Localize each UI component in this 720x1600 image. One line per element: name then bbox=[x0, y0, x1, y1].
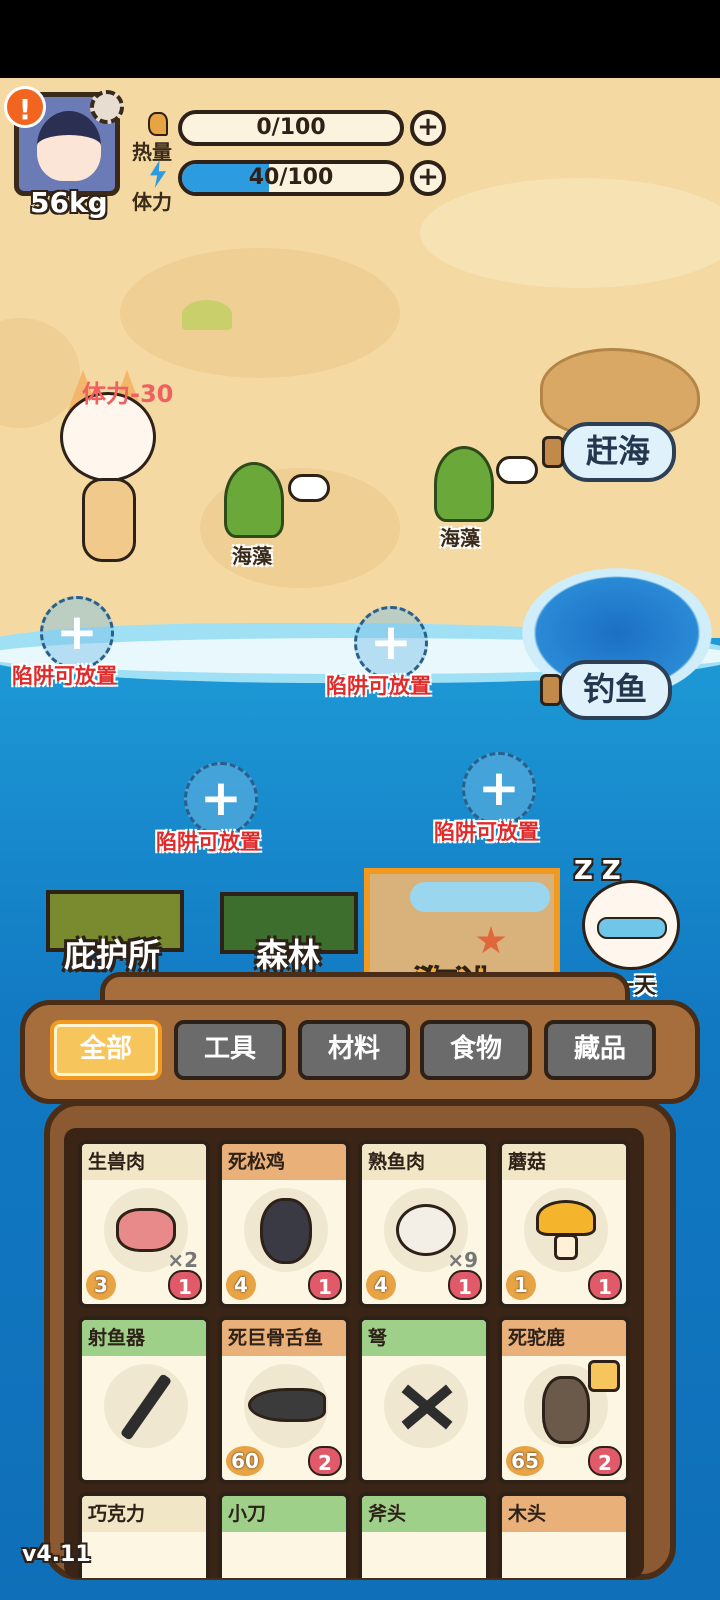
item-calories: 3 bbox=[86, 1270, 116, 1300]
item-card[interactable]: 巧克力 bbox=[78, 1492, 210, 1578]
trap-slot-add[interactable]: + bbox=[354, 606, 428, 680]
sleep-icon: Z Z bbox=[574, 856, 621, 886]
item-weight: 2 bbox=[588, 1446, 622, 1476]
tab-materials[interactable]: 材料 bbox=[298, 1020, 410, 1080]
item-name: 死驼鹿 bbox=[502, 1320, 626, 1356]
item-calories: 1 bbox=[506, 1270, 536, 1300]
dead-arapaima-icon bbox=[244, 1364, 328, 1448]
item-card[interactable]: 弩 bbox=[358, 1316, 490, 1484]
calories-bar: 0/100 bbox=[178, 110, 404, 146]
spear-gun-icon bbox=[104, 1364, 188, 1448]
seaside-water bbox=[410, 882, 550, 912]
alert-icon[interactable]: ! bbox=[4, 86, 46, 128]
dead-grouse-icon bbox=[244, 1188, 328, 1272]
seaweed-icon bbox=[434, 446, 494, 522]
seaweed-label: 海藻 bbox=[440, 526, 480, 550]
item-card[interactable]: 蘑菇 1 1 bbox=[498, 1140, 630, 1308]
stamina-label: 体力 bbox=[132, 190, 172, 214]
item-name: 木头 bbox=[502, 1496, 626, 1532]
version-label: v4.11 bbox=[22, 1542, 91, 1567]
item-name: 死巨骨舌鱼 bbox=[222, 1320, 346, 1356]
sleep-mask-icon bbox=[597, 917, 667, 939]
item-weight: 1 bbox=[308, 1270, 342, 1300]
player-weight: 56kg bbox=[30, 186, 108, 219]
arrow-tag-icon bbox=[588, 1360, 620, 1392]
gather-seashore-button[interactable]: 赶海 bbox=[560, 422, 676, 482]
starfish-icon bbox=[476, 926, 506, 954]
trap-slot-label: 陷阱可放置 bbox=[156, 830, 261, 854]
trap-slot-label: 陷阱可放置 bbox=[326, 674, 431, 698]
avatar-portrait bbox=[37, 111, 101, 181]
floating-stamina-text: 体力-30 bbox=[82, 380, 174, 408]
trap-slot-label: 陷阱可放置 bbox=[12, 664, 117, 688]
item-name: 弩 bbox=[362, 1320, 486, 1356]
item-name: 蘑菇 bbox=[502, 1144, 626, 1180]
stamina-bar: 40/100 bbox=[178, 160, 404, 196]
tab-all[interactable]: 全部 bbox=[50, 1020, 162, 1080]
calories-icon bbox=[148, 112, 168, 136]
item-card[interactable]: 木头 bbox=[498, 1492, 630, 1578]
add-calories-button[interactable]: + bbox=[410, 110, 446, 146]
tab-collectibles[interactable]: 藏品 bbox=[544, 1020, 656, 1080]
seaweed-resource[interactable] bbox=[424, 446, 504, 526]
bottle-cork-icon bbox=[540, 674, 562, 706]
hand-pointer-icon bbox=[288, 474, 330, 502]
item-name: 巧克力 bbox=[82, 1496, 206, 1532]
item-name: 熟鱼肉 bbox=[362, 1144, 486, 1180]
inventory-grid: 生兽肉 ×2 3 1 死松鸡 4 1 熟鱼肉 ×9 4 1 蘑菇 1 1 射鱼器… bbox=[64, 1128, 644, 1578]
hand-pointer-icon bbox=[496, 456, 538, 484]
trap-slot-label: 陷阱可放置 bbox=[434, 820, 539, 844]
item-card[interactable]: 死松鸡 4 1 bbox=[218, 1140, 350, 1308]
sand-patch bbox=[420, 178, 720, 288]
trap-slot-add[interactable]: + bbox=[184, 762, 258, 836]
bottle-cork-icon bbox=[542, 436, 564, 468]
gear-icon[interactable] bbox=[90, 90, 124, 124]
stamina-value: 40/100 bbox=[248, 165, 334, 190]
item-name: 死松鸡 bbox=[222, 1144, 346, 1180]
item-weight: 2 bbox=[308, 1446, 342, 1476]
item-weight: 1 bbox=[448, 1270, 482, 1300]
item-card[interactable]: 射鱼器 bbox=[78, 1316, 210, 1484]
item-name: 生兽肉 bbox=[82, 1144, 206, 1180]
item-card[interactable]: 小刀 bbox=[218, 1492, 350, 1578]
tab-tools[interactable]: 工具 bbox=[174, 1020, 286, 1080]
grass-tuft bbox=[182, 300, 232, 330]
add-stamina-button[interactable]: + bbox=[410, 160, 446, 196]
tab-food[interactable]: 食物 bbox=[420, 1020, 532, 1080]
trap-slot-add[interactable]: + bbox=[462, 752, 536, 826]
item-weight: 1 bbox=[588, 1270, 622, 1300]
seaweed-label: 海藻 bbox=[232, 544, 272, 568]
item-card[interactable]: 死驼鹿 65 2 bbox=[498, 1316, 630, 1484]
item-card[interactable]: 斧头 bbox=[358, 1492, 490, 1578]
next-day-button[interactable] bbox=[582, 880, 680, 970]
fishing-button[interactable]: 钓鱼 bbox=[558, 660, 672, 720]
mushroom-icon bbox=[524, 1188, 608, 1272]
item-name: 射鱼器 bbox=[82, 1320, 206, 1356]
item-name: 斧头 bbox=[362, 1496, 486, 1532]
seaweed-resource[interactable] bbox=[214, 462, 294, 542]
item-calories: 60 bbox=[226, 1446, 264, 1476]
item-calories: 4 bbox=[366, 1270, 396, 1300]
location-shelter-label: 庇护所 bbox=[64, 936, 161, 974]
calories-label: 热量 bbox=[132, 140, 172, 164]
item-quantity: ×9 bbox=[447, 1248, 478, 1272]
character-body bbox=[82, 478, 136, 562]
location-forest-label: 森林 bbox=[256, 936, 321, 974]
item-card[interactable]: 死巨骨舌鱼 60 2 bbox=[218, 1316, 350, 1484]
item-card[interactable]: 生兽肉 ×2 3 1 bbox=[78, 1140, 210, 1308]
status-bar bbox=[0, 0, 720, 78]
seaweed-icon bbox=[224, 462, 284, 538]
crossbow-icon bbox=[384, 1364, 468, 1448]
item-card[interactable]: 熟鱼肉 ×9 4 1 bbox=[358, 1140, 490, 1308]
item-quantity: ×2 bbox=[167, 1248, 198, 1272]
item-calories: 4 bbox=[226, 1270, 256, 1300]
calories-value: 0/100 bbox=[256, 115, 326, 140]
trap-slot-add[interactable]: + bbox=[40, 596, 114, 670]
item-calories: 65 bbox=[506, 1446, 544, 1476]
sand-patch bbox=[120, 248, 400, 378]
item-name: 小刀 bbox=[222, 1496, 346, 1532]
item-weight: 1 bbox=[168, 1270, 202, 1300]
